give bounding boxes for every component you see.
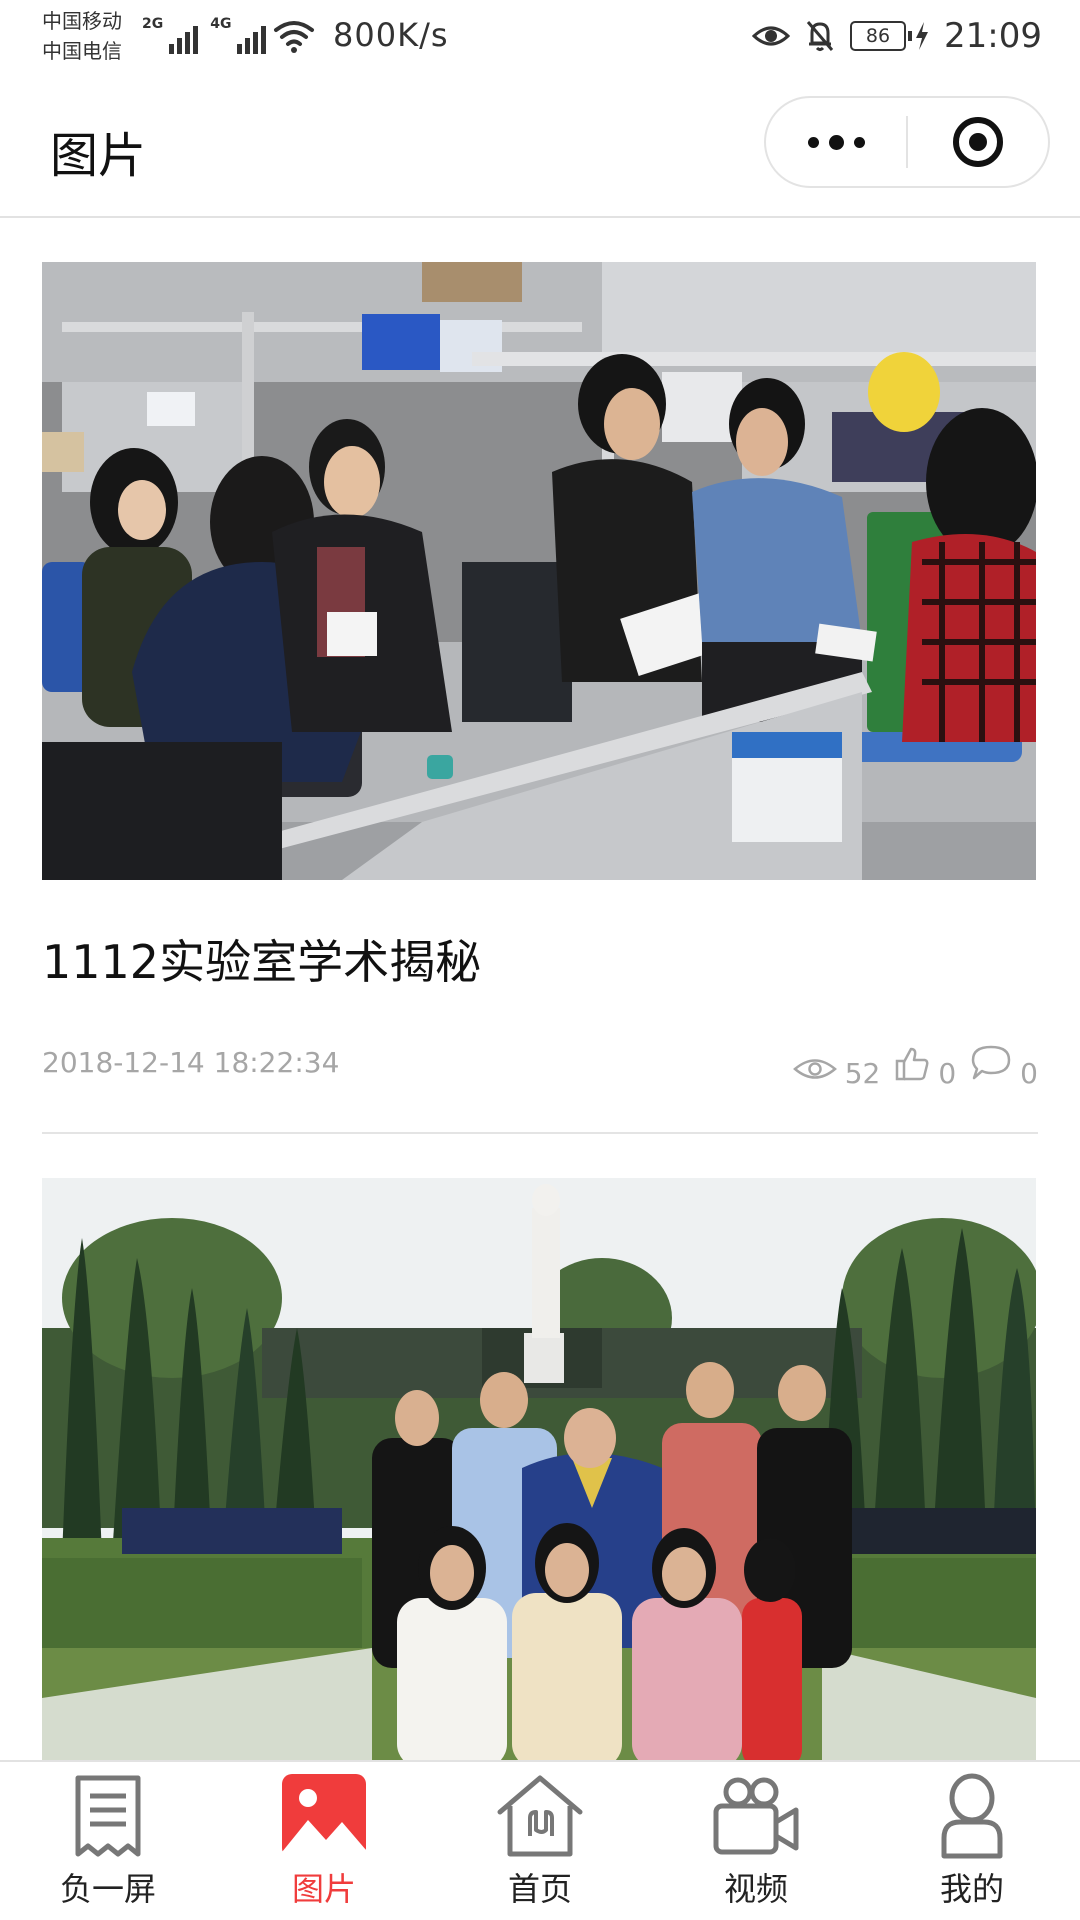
status-right: 86 21:09 bbox=[752, 14, 1042, 58]
tab-images-label: 图片 bbox=[291, 1870, 356, 1908]
target-close-icon bbox=[953, 117, 1003, 167]
tab-news-label: 负一屏 bbox=[59, 1870, 156, 1908]
close-button[interactable] bbox=[908, 98, 1048, 186]
bottom-tab-bar: 负一屏 图片 首页 视频 我的 bbox=[0, 1760, 1080, 1920]
tab-profile[interactable]: 我的 bbox=[864, 1762, 1080, 1920]
image-icon bbox=[282, 1774, 366, 1858]
network-speed: 800K/s bbox=[333, 16, 449, 54]
comments-count: 0 bbox=[1020, 1057, 1038, 1090]
graduation-photo-image bbox=[42, 1178, 1036, 1760]
tab-home-label: 首页 bbox=[507, 1870, 572, 1908]
post-photo[interactable] bbox=[42, 1178, 1036, 1760]
comment-icon bbox=[971, 1045, 1011, 1080]
bell-off-icon bbox=[806, 21, 834, 51]
eye-icon bbox=[792, 1059, 837, 1079]
battery-level: 86 bbox=[850, 21, 907, 51]
tab-video[interactable]: 视频 bbox=[648, 1762, 864, 1920]
clock: 21:09 bbox=[944, 16, 1042, 56]
more-icon bbox=[807, 134, 865, 150]
post-date: 2018-12-14 18:22:34 bbox=[42, 1046, 340, 1079]
tab-profile-label: 我的 bbox=[939, 1870, 1004, 1908]
status-bar: 中国移动 中国电信 2G 4G 800K/s 86 21:09 bbox=[0, 0, 1080, 78]
image-feed: 1112实验室学术揭秘 2018-12-14 18:22:34 52 0 0 bbox=[0, 218, 1080, 1760]
more-button[interactable] bbox=[766, 98, 906, 186]
tab-news[interactable]: 负一屏 bbox=[0, 1762, 216, 1920]
navigation-bar: 图片 bbox=[0, 78, 1080, 218]
post-title[interactable]: 1112实验室学术揭秘 bbox=[42, 932, 1038, 992]
post-stats: 52 0 0 bbox=[792, 1044, 1038, 1088]
thumbs-up-icon bbox=[896, 1047, 929, 1081]
news-icon bbox=[75, 1775, 141, 1857]
signal-bars-icon bbox=[169, 22, 199, 54]
network-type-2: 4G bbox=[210, 16, 232, 32]
battery-tip bbox=[908, 31, 913, 41]
wifi-icon bbox=[274, 21, 315, 53]
page-title: 图片 bbox=[50, 128, 147, 184]
carrier-1: 中国移动 bbox=[42, 9, 122, 33]
likes-count: 0 bbox=[938, 1057, 957, 1090]
comments-stat[interactable]: 0 bbox=[970, 1044, 1038, 1088]
tab-video-label: 视频 bbox=[723, 1870, 788, 1908]
tab-images[interactable]: 图片 bbox=[216, 1762, 432, 1920]
carrier-2: 中国电信 bbox=[42, 39, 122, 63]
signal-bars-icon bbox=[237, 22, 267, 54]
miniprogram-capsule bbox=[764, 96, 1050, 188]
home-icon bbox=[497, 1775, 583, 1857]
views-count: 52 bbox=[844, 1057, 881, 1090]
carrier-info: 中国移动 中国电信 bbox=[42, 6, 122, 66]
lab-photo-image bbox=[42, 262, 1036, 880]
post-card[interactable]: 1112实验室学术揭秘 2018-12-14 18:22:34 52 0 0 bbox=[42, 262, 1038, 1134]
post-photo[interactable] bbox=[42, 262, 1036, 880]
battery-indicator: 86 bbox=[850, 21, 930, 51]
post-meta: 2018-12-14 18:22:34 52 0 0 bbox=[42, 1044, 1038, 1088]
likes-stat[interactable]: 0 bbox=[894, 1046, 956, 1088]
network-type-1: 2G bbox=[142, 16, 164, 32]
video-icon bbox=[713, 1777, 799, 1855]
views-stat: 52 bbox=[792, 1056, 880, 1088]
user-icon bbox=[941, 1773, 1003, 1859]
post-divider bbox=[42, 1132, 1038, 1134]
signal-indicators: 2G 4G bbox=[142, 14, 316, 54]
post-card[interactable] bbox=[42, 1178, 1038, 1760]
tab-home[interactable]: 首页 bbox=[432, 1762, 648, 1920]
eye-icon bbox=[752, 26, 791, 46]
charging-icon bbox=[916, 22, 929, 50]
